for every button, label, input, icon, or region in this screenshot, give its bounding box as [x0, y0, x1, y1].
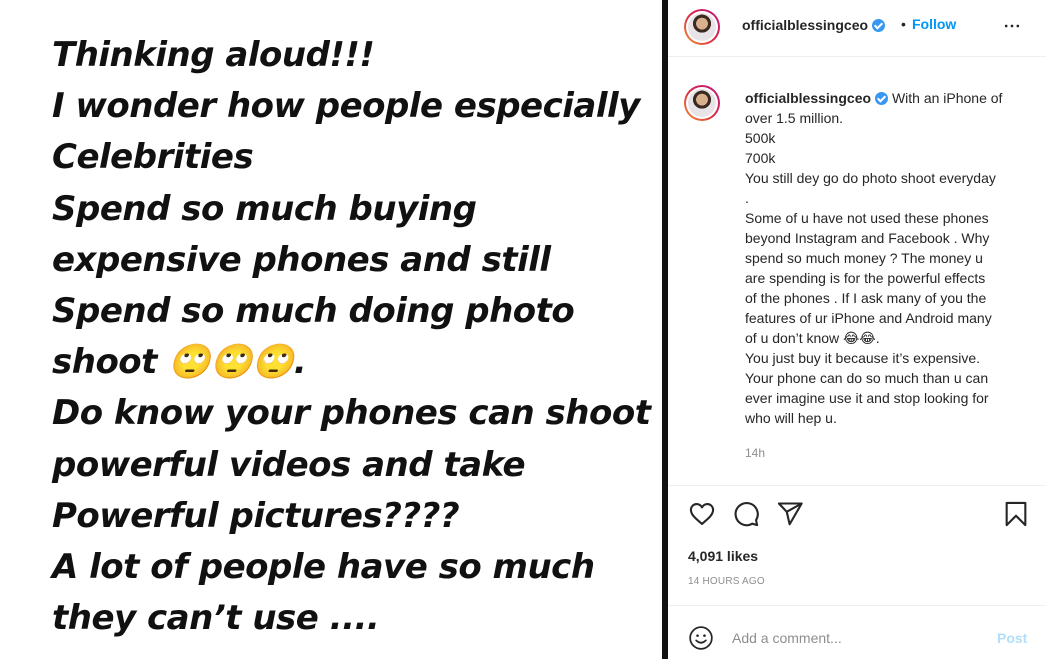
- bookmark-icon[interactable]: [1002, 500, 1030, 528]
- author-username-link[interactable]: officialblessingceo: [742, 17, 886, 33]
- post-image-line: Do know your phones can shoot: [52, 393, 651, 434]
- caption-username[interactable]: officialblessingceo: [745, 90, 871, 106]
- post-image-line: expensive phones and still: [52, 239, 551, 280]
- emoji-icon[interactable]: [688, 625, 714, 651]
- caption-line: who will hep u.: [745, 410, 837, 426]
- caption-first-line: With an iPhone of: [891, 90, 1003, 106]
- post-comment-button[interactable]: Post: [997, 630, 1027, 646]
- caption-line: You still dey go do photo shoot everyday: [745, 170, 996, 186]
- comment-icon[interactable]: [732, 500, 760, 528]
- caption-line: 500k: [745, 130, 776, 146]
- post-image-text: Thinking aloud!!! I wonder how people es…: [52, 30, 652, 644]
- posted-time[interactable]: 14 HOURS AGO: [688, 576, 765, 587]
- post-image-line: they can’t use ....: [52, 598, 380, 639]
- post-image-line: Thinking aloud!!!: [52, 35, 375, 75]
- post-image-line: powerful videos and take: [52, 444, 526, 485]
- post-header: officialblessingceo • Follow: [668, 0, 1046, 57]
- caption-line: ever imagine use it and stop looking for: [745, 390, 989, 406]
- caption-line: features of ur iPhone and Android many: [745, 310, 992, 326]
- heart-icon[interactable]: [688, 500, 716, 528]
- verified-badge-icon: [872, 19, 886, 32]
- more-options-icon[interactable]: [1002, 16, 1022, 36]
- author-avatar[interactable]: [684, 9, 720, 45]
- share-icon[interactable]: [776, 500, 804, 528]
- likes-count[interactable]: 4,091 likes: [688, 548, 758, 564]
- caption-line: You just buy it because it’s expensive.: [745, 350, 981, 366]
- caption-line: .: [745, 190, 749, 206]
- post-image-line: I wonder how people especially: [52, 86, 640, 127]
- caption-time[interactable]: 14h: [745, 446, 765, 460]
- post-image-line: Powerful pictures????: [52, 495, 460, 536]
- author-username[interactable]: officialblessingceo: [742, 17, 868, 33]
- caption: officialblessingceo With an iPhone of ov…: [745, 88, 1035, 428]
- post-image-line: shoot 🙄🙄🙄.: [52, 342, 307, 383]
- caption-line: over 1.5 million.: [745, 110, 844, 126]
- separator-dot: •: [901, 16, 906, 32]
- divider: [668, 485, 1046, 486]
- divider: [668, 605, 1046, 606]
- caption-line: beyond Instagram and Facebook . Why: [745, 230, 990, 246]
- caption-author-avatar[interactable]: [684, 85, 720, 121]
- verified-badge-icon: [875, 92, 889, 105]
- comments-area[interactable]: officialblessingceo With an iPhone of ov…: [668, 57, 1046, 485]
- caption-line: of u don’t know 😂😂.: [745, 330, 880, 346]
- post-image-line: Spend so much buying: [52, 188, 477, 229]
- caption-line: Some of u have not used these phones: [745, 210, 989, 226]
- caption-line: Your phone can do so much than u can: [745, 370, 989, 386]
- post-image-line: Spend so much doing photo: [52, 291, 575, 332]
- post-side-panel: officialblessingceo • Follow officialble…: [668, 0, 1046, 659]
- caption-line: 700k: [745, 150, 776, 166]
- post-image-line: A lot of people have so much: [52, 547, 595, 588]
- post-image: Thinking aloud!!! I wonder how people es…: [0, 0, 662, 659]
- comment-input[interactable]: [732, 626, 982, 650]
- caption-line: are spending is for the powerful effects: [745, 270, 986, 286]
- post-image-line: Celebrities: [52, 137, 254, 178]
- caption-line: spend so much money ? The money u: [745, 250, 983, 266]
- caption-line: of the phones . If I ask many of you the: [745, 290, 987, 306]
- follow-button[interactable]: Follow: [912, 16, 956, 32]
